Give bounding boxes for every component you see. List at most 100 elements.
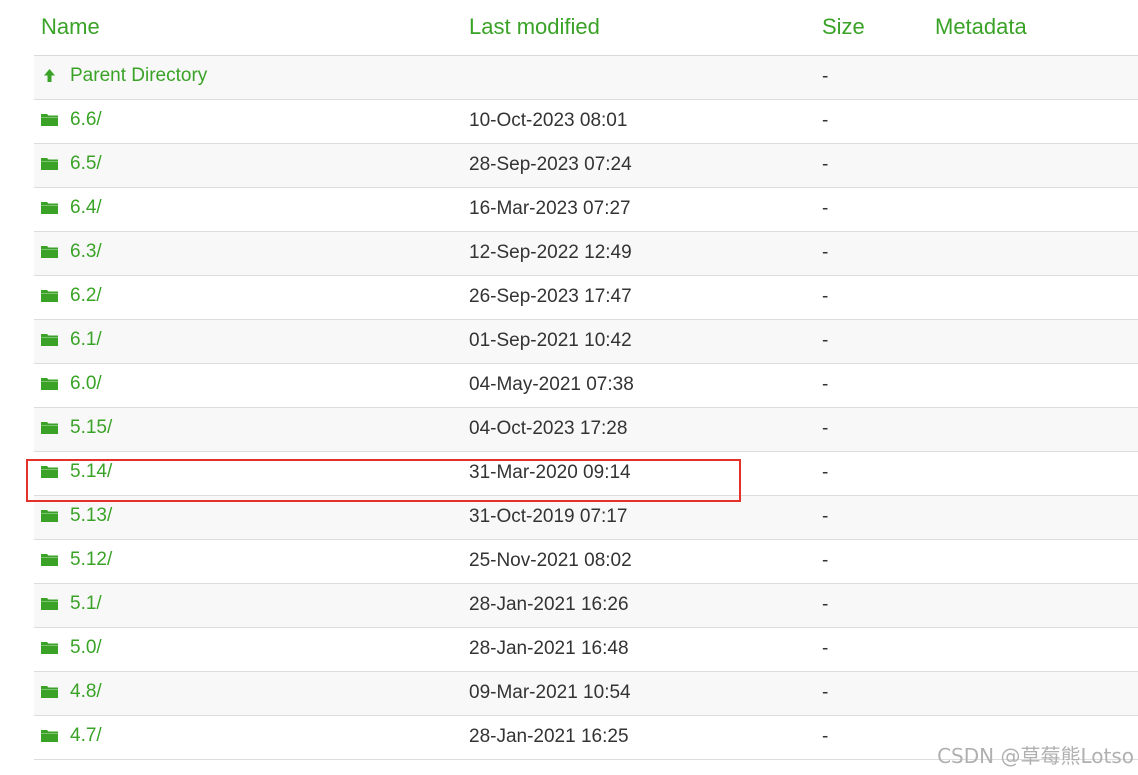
folder-link[interactable]: 6.2/ xyxy=(41,285,102,307)
size-cell: - xyxy=(822,550,829,571)
table-row: 6.0/04-May-2021 07:38 - xyxy=(34,363,1138,407)
table-row: 6.1/01-Sep-2021 10:42 - xyxy=(34,319,1138,363)
folder-link[interactable]: 6.4/ xyxy=(41,197,102,219)
column-header-metadata[interactable]: Metadata xyxy=(935,0,1138,56)
column-header-last-modified[interactable]: Last modified xyxy=(469,0,822,56)
last-modified-cell: 10-Oct-2023 08:01 xyxy=(469,110,628,131)
metadata-cell xyxy=(935,231,1138,275)
metadata-cell xyxy=(935,407,1138,451)
folder-name: 5.14/ xyxy=(70,460,113,482)
last-modified-cell: 12-Sep-2022 12:49 xyxy=(469,242,632,263)
folder-icon xyxy=(41,156,58,171)
last-modified-cell: 28-Jan-2021 16:48 xyxy=(469,638,629,659)
column-header-name[interactable]: Name xyxy=(34,0,469,56)
metadata-cell xyxy=(935,363,1138,407)
folder-link[interactable]: 5.12/ xyxy=(41,549,112,571)
table-header-row: Name Last modified Size Metadata xyxy=(34,0,1138,56)
parent-metadata-cell xyxy=(935,55,1138,99)
table-row: 5.15/04-Oct-2023 17:28 - xyxy=(34,407,1138,451)
size-cell: - xyxy=(822,506,829,527)
folder-icon xyxy=(41,728,58,743)
table-row: 5.14/31-Mar-2020 09:14 - xyxy=(34,451,1138,495)
folder-name: 5.12/ xyxy=(70,548,113,570)
size-cell: - xyxy=(822,198,829,219)
size-cell: - xyxy=(822,594,829,615)
folder-link[interactable]: 5.13/ xyxy=(41,505,112,527)
folder-link[interactable]: 6.5/ xyxy=(41,153,102,175)
folder-link[interactable]: 5.0/ xyxy=(41,637,102,659)
last-modified-cell: 26-Sep-2023 17:47 xyxy=(469,286,632,307)
table-row: 6.4/16-Mar-2023 07:27 - xyxy=(34,187,1138,231)
file-listing-table: Name Last modified Size Metadata Parent … xyxy=(34,0,1138,760)
last-modified-cell: 31-Mar-2020 09:14 xyxy=(469,462,631,483)
size-cell: - xyxy=(822,418,829,439)
folder-name: 5.0/ xyxy=(70,636,102,658)
directory-listing-page: Name Last modified Size Metadata Parent … xyxy=(0,0,1138,775)
size-cell: - xyxy=(822,110,829,131)
folder-name: 6.6/ xyxy=(70,108,102,130)
size-cell: - xyxy=(822,638,829,659)
folder-icon xyxy=(41,640,58,655)
metadata-cell xyxy=(935,187,1138,231)
last-modified-cell: 04-Oct-2023 17:28 xyxy=(469,418,628,439)
table-row: 5.0/28-Jan-2021 16:48 - xyxy=(34,627,1138,671)
folder-icon xyxy=(41,200,58,215)
metadata-cell xyxy=(935,583,1138,627)
folder-name: 6.5/ xyxy=(70,152,102,174)
folder-icon xyxy=(41,332,58,347)
table-row: 6.3/12-Sep-2022 12:49 - xyxy=(34,231,1138,275)
metadata-cell xyxy=(935,143,1138,187)
size-cell: - xyxy=(822,374,829,395)
folder-icon xyxy=(41,684,58,699)
size-cell: - xyxy=(822,330,829,351)
size-cell: - xyxy=(822,682,829,703)
metadata-cell xyxy=(935,495,1138,539)
folder-link[interactable]: 5.14/ xyxy=(41,461,112,483)
table-row: 5.12/25-Nov-2021 08:02 - xyxy=(34,539,1138,583)
metadata-cell xyxy=(935,319,1138,363)
folder-icon xyxy=(41,376,58,391)
last-modified-cell: 04-May-2021 07:38 xyxy=(469,374,634,395)
folder-link[interactable]: 6.3/ xyxy=(41,241,102,263)
folder-link[interactable]: 4.7/ xyxy=(41,725,102,747)
folder-name: 6.3/ xyxy=(70,240,102,262)
folder-icon xyxy=(41,596,58,611)
size-cell: - xyxy=(822,726,829,747)
folder-icon xyxy=(41,112,58,127)
folder-link[interactable]: 4.8/ xyxy=(41,681,102,703)
last-modified-cell: 28-Jan-2021 16:25 xyxy=(469,726,629,747)
table-row: 4.8/09-Mar-2021 10:54 - xyxy=(34,671,1138,715)
last-modified-cell: 01-Sep-2021 10:42 xyxy=(469,330,632,351)
folder-icon xyxy=(41,508,58,523)
last-modified-cell: 28-Sep-2023 07:24 xyxy=(469,154,632,175)
folder-name: 6.2/ xyxy=(70,284,102,306)
parent-directory-label: Parent Directory xyxy=(70,64,208,86)
size-cell: - xyxy=(822,462,829,483)
last-modified-cell: 25-Nov-2021 08:02 xyxy=(469,550,632,571)
column-header-size[interactable]: Size xyxy=(822,0,935,56)
parent-directory-row: Parent Directory - xyxy=(34,55,1138,99)
folder-name: 4.7/ xyxy=(70,724,102,746)
folder-name: 5.13/ xyxy=(70,504,113,526)
folder-name: 5.1/ xyxy=(70,592,102,614)
table-row: 5.13/31-Oct-2019 07:17 - xyxy=(34,495,1138,539)
folder-link[interactable]: 6.6/ xyxy=(41,109,102,131)
table-row: 6.5/28-Sep-2023 07:24 - xyxy=(34,143,1138,187)
folder-link[interactable]: 6.1/ xyxy=(41,329,102,351)
folder-name: 6.0/ xyxy=(70,372,102,394)
folder-name: 6.1/ xyxy=(70,328,102,350)
folder-icon xyxy=(41,464,58,479)
folder-name: 6.4/ xyxy=(70,196,102,218)
folder-link[interactable]: 6.0/ xyxy=(41,373,102,395)
size-cell: - xyxy=(822,154,829,175)
folder-link[interactable]: 5.1/ xyxy=(41,593,102,615)
last-modified-cell: 28-Jan-2021 16:26 xyxy=(469,594,629,615)
parent-modified-cell xyxy=(469,55,822,99)
folder-icon xyxy=(41,288,58,303)
watermark: CSDN @草莓熊Lotso xyxy=(937,744,1134,768)
size-cell: - xyxy=(822,286,829,307)
folder-icon xyxy=(41,244,58,259)
parent-directory-link[interactable]: Parent Directory xyxy=(41,65,207,87)
last-modified-cell: 16-Mar-2023 07:27 xyxy=(469,198,631,219)
folder-link[interactable]: 5.15/ xyxy=(41,417,112,439)
